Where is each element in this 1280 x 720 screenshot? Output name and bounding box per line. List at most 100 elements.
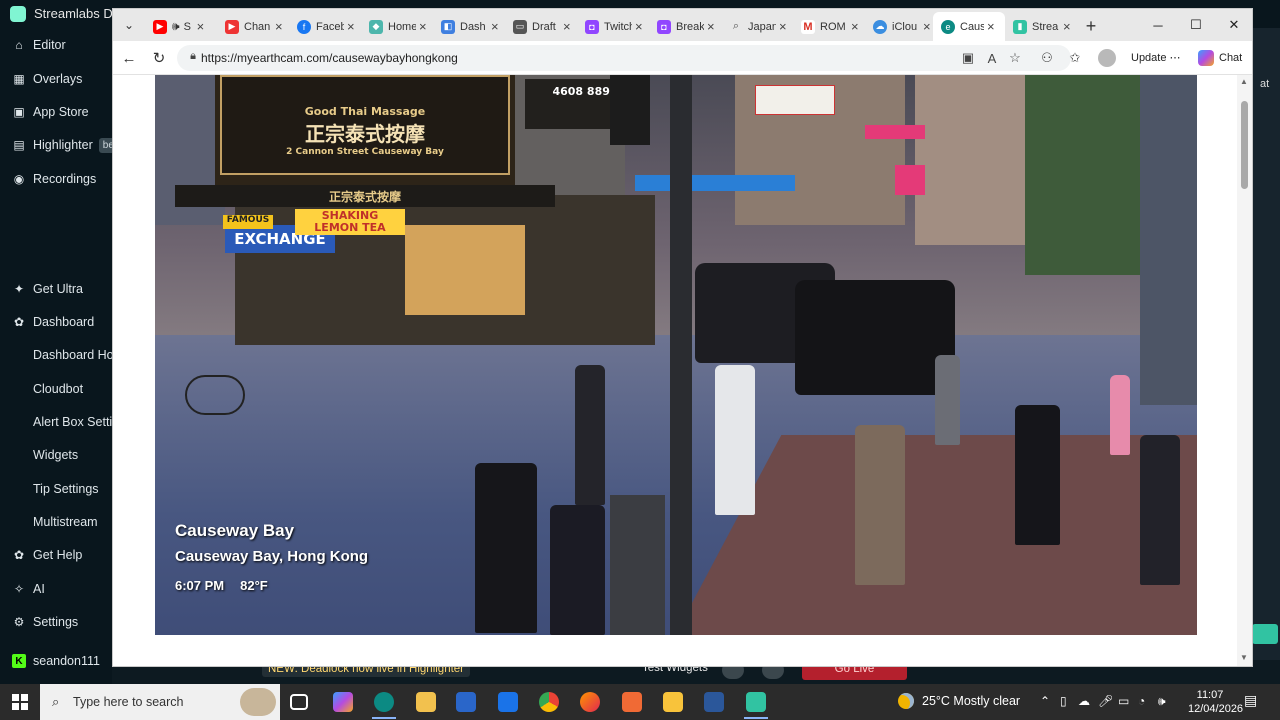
back-button[interactable]: ← xyxy=(116,45,142,71)
close-icon[interactable]: × xyxy=(851,19,859,34)
youtube-icon: ▶ xyxy=(153,19,167,34)
extensions-icon[interactable]: ⚇ xyxy=(1038,49,1056,67)
close-icon[interactable]: × xyxy=(987,19,995,34)
close-icon[interactable]: × xyxy=(563,19,571,34)
tab-channel[interactable]: ▶ Chan × xyxy=(217,12,289,41)
tab-rom[interactable]: M ROM × xyxy=(793,12,865,41)
traffic-pole xyxy=(670,75,692,635)
file-explorer-icon[interactable] xyxy=(416,692,436,712)
sidebar-item-ai[interactable]: ✧ AI xyxy=(0,574,112,604)
sidebar-item-multistream[interactable]: Multistream xyxy=(0,507,112,537)
sidebar-item-tip-settings[interactable]: Tip Settings xyxy=(0,474,112,504)
tab-actions-chevron-icon[interactable]: ⌄ xyxy=(113,9,145,41)
app-available-icon[interactable]: ▣ xyxy=(959,49,977,67)
battery-icon[interactable]: ▭ xyxy=(1118,694,1129,708)
minimize-button[interactable]: ─ xyxy=(1139,9,1177,41)
favorites-icon[interactable]: ✩ xyxy=(1066,49,1084,67)
sidebar-item-app-store[interactable]: ▣ App Store xyxy=(0,97,112,127)
streamlabs-green-button[interactable] xyxy=(1252,624,1278,644)
start-button[interactable] xyxy=(0,684,40,720)
speaker-icon[interactable]: 🕪 xyxy=(172,19,180,34)
url-field[interactable]: 🔒︎ https://myearthcam.com/causewaybayhon… xyxy=(177,45,1071,71)
taskbar: ⌕ Type here to search 25°C Mostly clear … xyxy=(0,684,1280,720)
close-icon[interactable]: × xyxy=(635,19,643,34)
sidebar-item-get-ultra[interactable]: ✦ Get Ultra xyxy=(0,274,112,304)
site-info-icon[interactable]: 🔒︎ xyxy=(185,50,201,66)
onedrive-icon[interactable]: ☁ xyxy=(1078,694,1090,708)
favorite-star-icon[interactable]: ☆ xyxy=(1006,49,1024,67)
close-icon[interactable]: × xyxy=(347,19,355,34)
sidebar-item-settings[interactable]: ⚙ Settings xyxy=(0,607,112,637)
update-button[interactable]: Update ⋯ xyxy=(1131,51,1181,64)
tab-twitch[interactable]: ◘ Twitch× xyxy=(577,12,649,41)
close-icon[interactable]: × xyxy=(1063,19,1071,34)
tab-break[interactable]: ◘ Break × xyxy=(649,12,721,41)
close-icon[interactable]: × xyxy=(923,19,931,34)
more-icon[interactable]: ⋯ xyxy=(1170,52,1181,64)
sidebar-item-dashboard[interactable]: ✿ Dashboard xyxy=(0,307,112,337)
copilot-taskbar-icon[interactable] xyxy=(333,692,353,712)
page-scrollbar[interactable]: ▲ ▼ xyxy=(1237,75,1252,666)
close-icon[interactable]: × xyxy=(275,19,283,34)
traffic-light xyxy=(610,75,650,145)
app-icon[interactable] xyxy=(622,692,642,712)
search-placeholder: Type here to search xyxy=(73,695,184,709)
microphone-icon[interactable]: 🎤︎ xyxy=(1098,694,1113,708)
webcam-video[interactable]: Good Thai Massage 正宗泰式按摩 2 Cannon Street… xyxy=(155,75,1197,635)
close-icon[interactable]: × xyxy=(779,19,787,34)
tab-facebook[interactable]: f Faceb × xyxy=(289,12,361,41)
maximize-button[interactable]: ☐ xyxy=(1177,9,1215,41)
refresh-button[interactable]: ↻ xyxy=(146,45,172,71)
notifications-icon[interactable]: ▤ xyxy=(1244,692,1257,709)
scroll-down-icon[interactable]: ▼ xyxy=(1240,653,1248,662)
firefox-icon[interactable] xyxy=(580,692,600,712)
tab-draft[interactable]: ▭ Draft × xyxy=(505,12,577,41)
volume-icon[interactable]: 🕪 xyxy=(1158,694,1166,709)
sidebar-item-alert-box[interactable]: Alert Box Settin xyxy=(0,407,112,437)
edge-taskbar-icon[interactable] xyxy=(374,692,394,712)
tab-japan[interactable]: ⌕ Japan × xyxy=(721,12,793,41)
tab-causeway-active[interactable]: e Caus × xyxy=(933,12,1005,41)
clock[interactable]: 11:07 12/04/2026 xyxy=(1188,688,1243,716)
sidebar-item-get-help[interactable]: ✿ Get Help xyxy=(0,540,112,570)
famous-sign: FAMOUS xyxy=(223,215,273,229)
overlays-icon: ▦ xyxy=(13,72,25,86)
scrollbar-thumb[interactable] xyxy=(1241,101,1248,189)
scroll-up-icon[interactable]: ▲ xyxy=(1240,77,1248,86)
tab-home[interactable]: ◆ Home × xyxy=(361,12,433,41)
store-taskbar-icon[interactable] xyxy=(456,692,476,712)
streamlabs-taskbar-icon[interactable] xyxy=(746,692,766,712)
taskbar-search[interactable]: ⌕ Type here to search xyxy=(40,684,280,720)
read-aloud-icon[interactable]: A xyxy=(983,49,1001,67)
sidebar-item-widgets[interactable]: Widgets xyxy=(0,440,112,470)
show-hidden-icons-icon[interactable]: ⌃ xyxy=(1040,694,1050,708)
copilot-chat-button[interactable]: Chat xyxy=(1198,50,1242,66)
sidebar-item-editor[interactable]: ⌂ Editor xyxy=(0,30,112,60)
tab-icloud[interactable]: ☁ iClou × xyxy=(865,12,937,41)
tab-dashboard[interactable]: ◧ Dash × xyxy=(433,12,505,41)
weather-widget[interactable]: 25°C Mostly clear xyxy=(898,693,1020,709)
sidebar-item-dashboard-home[interactable]: Dashboard Hor xyxy=(0,340,112,370)
new-tab-button[interactable]: + xyxy=(1077,12,1105,40)
close-window-button[interactable]: ✕ xyxy=(1215,9,1253,41)
close-icon[interactable]: × xyxy=(491,19,499,34)
task-view-icon[interactable] xyxy=(290,694,308,710)
sticky-notes-icon[interactable] xyxy=(663,692,683,712)
profile-avatar[interactable] xyxy=(1098,49,1116,67)
outlook-icon[interactable] xyxy=(498,692,518,712)
sidebar-item-cloudbot[interactable]: Cloudbot xyxy=(0,374,112,404)
sidebar-item-highlighter[interactable]: ▤ Highlighter be xyxy=(0,130,112,160)
tab-youtube[interactable]: ▶ 🕪 S × xyxy=(145,12,217,41)
word-icon[interactable] xyxy=(704,692,724,712)
sidebar-item-recordings[interactable]: ◉ Recordings xyxy=(0,164,112,194)
close-icon[interactable]: × xyxy=(197,19,205,34)
dashboard-tab-icon: ◧ xyxy=(441,19,455,34)
sidebar-item-overlays[interactable]: ▦ Overlays xyxy=(0,64,112,94)
sidebar-item-account[interactable]: Kseandon111 xyxy=(0,646,112,676)
wifi-icon[interactable]: ◔ xyxy=(1138,694,1145,708)
tab-streamlabs[interactable]: ▮ Strea × xyxy=(1005,12,1077,41)
device-icon[interactable]: ▯ xyxy=(1060,694,1067,708)
chrome-icon[interactable] xyxy=(539,692,559,712)
close-icon[interactable]: × xyxy=(419,19,427,34)
close-icon[interactable]: × xyxy=(707,19,715,34)
